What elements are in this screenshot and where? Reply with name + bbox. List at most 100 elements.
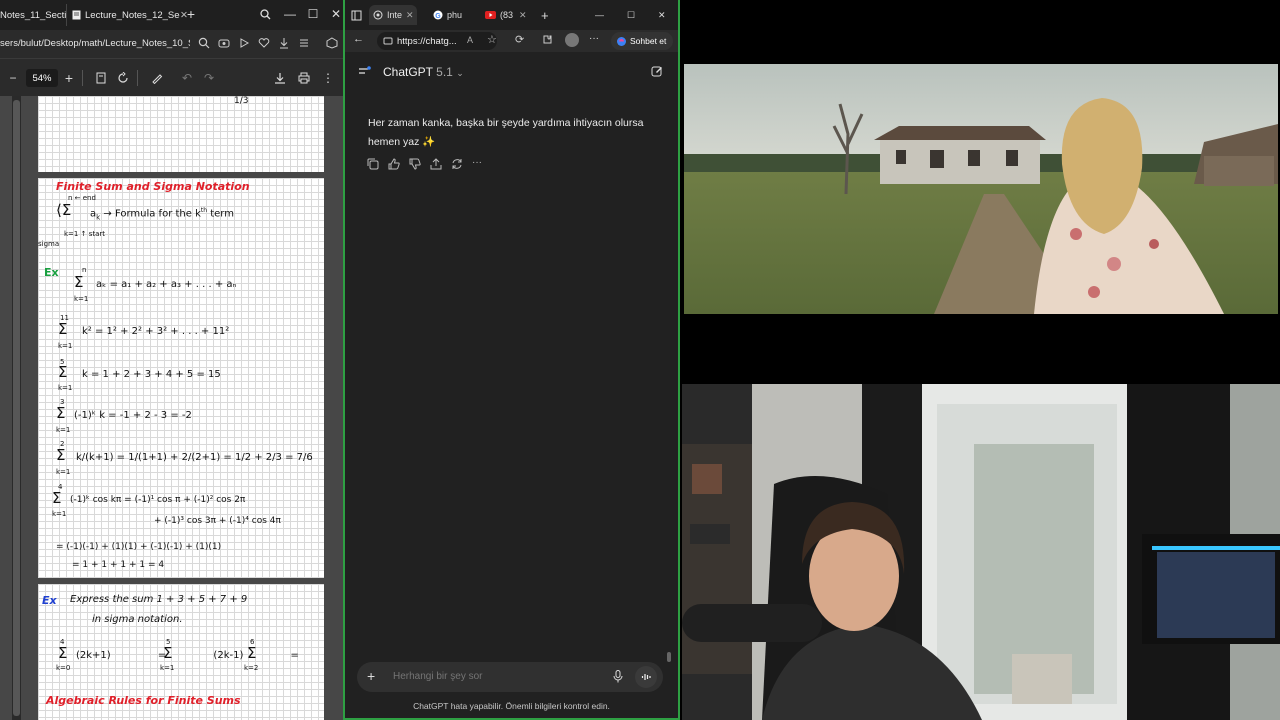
new-tab-button[interactable]: + xyxy=(183,6,199,22)
minimize-button[interactable]: — xyxy=(595,5,604,25)
webcam-feed[interactable] xyxy=(682,384,1280,720)
favorite-star-icon[interactable]: ☆ xyxy=(487,33,497,46)
pdf-scrollbar[interactable] xyxy=(12,96,21,720)
handwritten-equation: k = 1 + 2 + 3 + 4 + 5 = 15 xyxy=(82,369,221,380)
example-label: Ex xyxy=(42,594,57,607)
sum-lower-limit: k=1 xyxy=(56,468,71,476)
maximize-button[interactable]: ☐ xyxy=(305,6,321,22)
redo-icon[interactable]: ↷ xyxy=(202,71,216,85)
copilot-logo-icon xyxy=(616,36,627,47)
collections-icon[interactable] xyxy=(298,37,312,51)
handwritten-text: ak → Formula for the kth term xyxy=(90,207,234,222)
download-icon[interactable] xyxy=(278,37,292,51)
sum-lower-limit: k=1 xyxy=(74,295,89,303)
desk-chair-outdoor xyxy=(1012,654,1072,704)
chat-scrollbar[interactable] xyxy=(667,652,671,662)
voice-mode-button[interactable] xyxy=(635,666,657,688)
toolbar-divider xyxy=(82,70,83,86)
pdf-tab-bar: Notes_11_Section Lecture_Notes_12_Sectio… xyxy=(0,0,343,30)
microphone-icon[interactable] xyxy=(613,670,623,683)
read-aloud-icon[interactable]: A xyxy=(467,35,473,45)
chevron-down-icon: ⌄ xyxy=(456,68,464,78)
handwritten-equation: k/(k+1) = 1/(1+1) + 2/(2+1) = 1/2 + 2/3 … xyxy=(76,452,313,463)
save-download-icon[interactable] xyxy=(273,71,287,85)
regenerate-icon[interactable] xyxy=(451,158,463,170)
sigma-symbol: Σ xyxy=(58,320,68,338)
section-heading: Finite Sum and Sigma Notation xyxy=(56,180,250,193)
print-icon[interactable] xyxy=(297,71,311,85)
draw-icon[interactable] xyxy=(150,71,164,85)
edge-address-bar: ← https://chatg... A ☆ ⟳ ··· Sohbet et xyxy=(345,30,678,52)
new-chat-icon[interactable] xyxy=(651,65,663,77)
tab-notes-12[interactable]: Lecture_Notes_12_Section xyxy=(72,4,180,26)
tab-youtube[interactable]: (83 xyxy=(485,5,513,25)
maximize-button[interactable]: ☐ xyxy=(627,5,635,25)
refresh-icon[interactable]: ⟳ xyxy=(515,33,524,46)
add-attachment-button[interactable]: + xyxy=(367,668,375,684)
new-tab-button[interactable]: + xyxy=(541,5,549,25)
model-selector[interactable]: ChatGPT 5.1 ⌄ xyxy=(383,65,464,79)
scrollbar-thumb[interactable] xyxy=(13,100,20,716)
close-window-button[interactable]: ✕ xyxy=(658,5,666,25)
disclaimer-text: ChatGPT hata yapabilir. Önemli bilgileri… xyxy=(413,701,610,711)
fit-page-icon[interactable] xyxy=(94,71,108,85)
tab-divider xyxy=(66,4,67,26)
copilot-chat-button[interactable]: Sohbet et xyxy=(611,32,673,50)
url-field[interactable]: https://chatg... xyxy=(377,32,497,50)
sigma-symbol: Σ xyxy=(58,363,68,381)
youtube-logo-icon xyxy=(485,11,496,19)
share-icon[interactable] xyxy=(430,158,442,170)
message-input[interactable] xyxy=(393,671,603,682)
sum-lower-limit: k=1 xyxy=(58,384,73,392)
copy-icon[interactable] xyxy=(367,158,379,170)
favorite-heart-icon[interactable] xyxy=(258,37,272,51)
movie-video-player[interactable] xyxy=(684,64,1278,314)
sigma-symbol: Σ xyxy=(52,489,62,507)
sum-lower-limit: k=1 xyxy=(56,426,71,434)
address-url[interactable]: sers/bulut/Desktop/math/Lecture_Notes_10… xyxy=(0,38,190,49)
thumbs-down-icon[interactable] xyxy=(409,158,421,170)
tab-label: Lecture_Notes_12_Section xyxy=(85,9,180,21)
handwritten-equation: (2k+1) = (2k-1) = (2k-3) xyxy=(76,650,343,661)
pdf-address-bar: sers/bulut/Desktop/math/Lecture_Notes_10… xyxy=(0,30,343,58)
profile-avatar[interactable] xyxy=(565,33,579,47)
sum-lower-limit: k=0 xyxy=(56,664,71,672)
zoom-out-button[interactable]: − xyxy=(6,71,20,85)
handwritten-equation: (-1)ᵏ cos kπ = (-1)¹ cos π + (-1)² cos 2… xyxy=(70,495,246,505)
zoom-in-button[interactable]: + xyxy=(62,70,76,86)
example-label: Ex xyxy=(44,266,59,279)
tab-label: phu xyxy=(447,10,463,20)
assistant-message: Her zaman kanka, başka bir şeyde yardıma… xyxy=(368,114,658,152)
tab-notes-11[interactable]: Notes_11_Section xyxy=(0,4,66,26)
play-icon[interactable] xyxy=(238,37,252,51)
tab-chatgpt[interactable]: Inte ✕ xyxy=(369,5,417,25)
close-tab-icon[interactable]: ✕ xyxy=(406,10,414,21)
webcam-image xyxy=(682,384,1280,720)
close-window-button[interactable]: ✕ xyxy=(328,6,343,22)
tab-google[interactable]: G phu xyxy=(433,5,462,25)
zoom-search-icon[interactable] xyxy=(198,37,212,51)
minimize-button[interactable]: — xyxy=(282,6,298,22)
rotate-icon[interactable] xyxy=(116,71,130,85)
copilot-label: Sohbet et xyxy=(630,36,667,46)
pdf-document-view[interactable]: 1/3 Finite Sum and Sigma Notation n ← en… xyxy=(0,96,343,720)
voice-wave-icon xyxy=(641,674,651,680)
more-options-icon[interactable]: ··· xyxy=(589,33,599,44)
svg-text:G: G xyxy=(435,13,441,20)
extension-icon[interactable] xyxy=(326,37,340,51)
thumbs-up-icon[interactable] xyxy=(388,158,400,170)
more-options-icon[interactable]: ⋮ xyxy=(321,71,335,85)
sigma-symbol: Σ xyxy=(58,644,68,662)
zoom-level[interactable]: 54% xyxy=(26,69,58,87)
url-text: https://chatg... xyxy=(397,35,457,47)
close-tab-icon[interactable]: ✕ xyxy=(519,5,527,25)
tab-actions-icon[interactable] xyxy=(351,5,362,25)
undo-icon[interactable]: ↶ xyxy=(180,71,194,85)
back-button[interactable]: ← xyxy=(353,33,364,45)
sidebar-toggle-icon[interactable] xyxy=(359,66,371,76)
more-options-icon[interactable]: ··· xyxy=(472,158,484,170)
search-tabs-icon[interactable] xyxy=(257,6,273,22)
pdf-page-3: Ex Express the sum 1 + 3 + 5 + 7 + 9 in … xyxy=(38,584,343,720)
extensions-icon[interactable] xyxy=(542,34,553,45)
read-aloud-icon[interactable] xyxy=(218,37,232,51)
